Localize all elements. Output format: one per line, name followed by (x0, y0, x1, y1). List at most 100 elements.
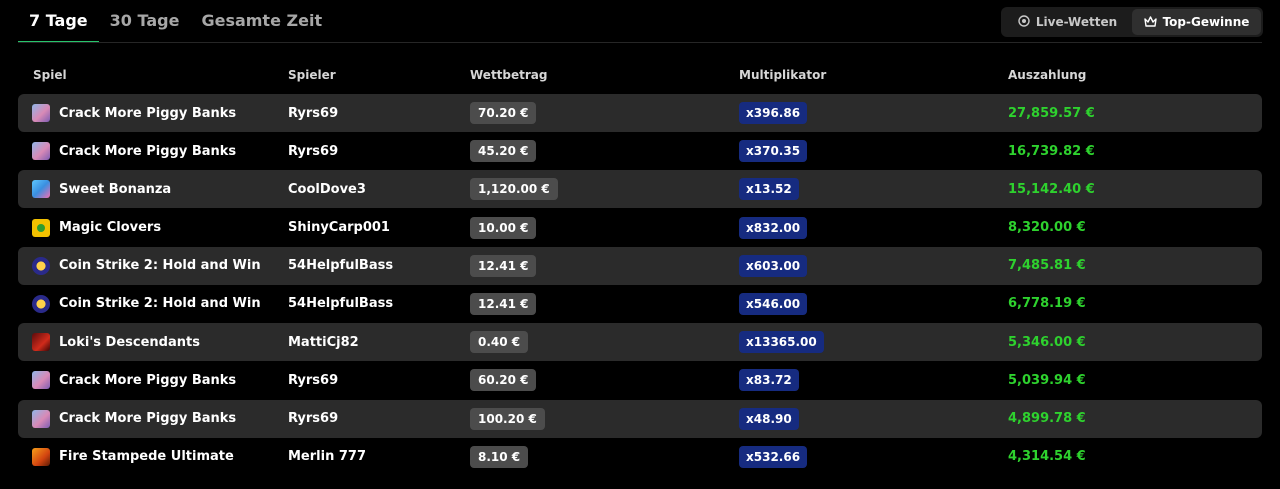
game-thumbnail-icon (32, 104, 50, 122)
crown-icon (1143, 15, 1157, 29)
game-cell[interactable]: Crack More Piggy Banks (32, 361, 236, 399)
table-row[interactable]: Crack More Piggy Banks Ryrs69 60.20 € x83.7… (18, 361, 1262, 399)
multiplier-badge: x396.86 (739, 102, 808, 124)
bets-view-toggle: Live-Wetten Top-Gewinne (1001, 7, 1263, 37)
header-game: Spiel (33, 68, 67, 82)
payout-amount: 7,485.81 € (1008, 258, 1086, 274)
game-cell[interactable]: Sweet Bonanza (32, 170, 171, 208)
player-name: Ryrs69 (288, 143, 339, 159)
payout-cell: 15,142.40 € (1008, 170, 1095, 208)
payout-amount: 27,859.57 € (1008, 105, 1095, 121)
game-name: Sweet Bonanza (59, 181, 172, 197)
bet-amount-badge: 70.20 € (470, 102, 537, 124)
payout-cell: 8,320.00 € (1008, 209, 1086, 247)
payout-amount: 5,346.00 € (1008, 334, 1086, 350)
multiplier-badge: x13365.00 (739, 331, 824, 354)
bet-cell: 10.00 € (470, 209, 537, 247)
game-name: Loki's Descendants (59, 334, 200, 350)
player-name: CoolDove3 (288, 181, 366, 197)
payout-cell: 5,039.94 € (1008, 361, 1086, 399)
table-row[interactable]: Crack More Piggy Banks Ryrs69 45.20 € x370.… (18, 132, 1262, 170)
table-row[interactable]: Coin Strike 2: Hold and Win 54HelpfulBass… (18, 285, 1262, 323)
table-header: Spiel Spieler Wettbetrag Multiplikator A… (18, 64, 1262, 88)
table-row[interactable]: Coin Strike 2: Hold and Win 54HelpfulBass… (18, 246, 1262, 285)
bet-cell: 45.20 € (470, 132, 537, 170)
game-name: Coin Strike 2: Hold and Win (59, 258, 261, 274)
tabs-divider (18, 42, 1262, 43)
game-name: Crack More Piggy Banks (59, 143, 237, 159)
bet-cell: 8.10 € (470, 438, 529, 476)
game-thumbnail-icon (32, 447, 50, 466)
game-cell[interactable]: Crack More Piggy Banks (32, 94, 236, 132)
live-bets-button[interactable]: Live-Wetten (1003, 9, 1132, 35)
multiplier-cell: x396.86 (739, 94, 808, 132)
game-cell[interactable]: Loki's Descendants (32, 323, 200, 361)
multiplier-cell: x48.90 (739, 400, 799, 438)
game-cell[interactable]: Magic Clovers (32, 209, 161, 247)
bet-amount-badge: 100.20 € (470, 407, 545, 430)
payout-cell: 5,346.00 € (1008, 323, 1086, 361)
tab-30-tage[interactable]: 30 Tage (99, 0, 191, 43)
bet-amount-badge: 0.40 € (470, 331, 529, 354)
game-thumbnail-icon (32, 218, 50, 237)
bet-cell: 1,120.00 € (470, 170, 558, 208)
multiplier-badge: x546.00 (739, 292, 808, 315)
multiplier-cell: x532.66 (739, 438, 808, 476)
bet-cell: 0.40 € (470, 323, 529, 361)
payout-amount: 4,899.78 € (1008, 411, 1086, 426)
game-cell[interactable]: Coin Strike 2: Hold and Win (32, 247, 261, 285)
game-name: Crack More Piggy Banks (59, 372, 237, 388)
multiplier-badge: x603.00 (739, 254, 808, 277)
tab-gesamte-zeit[interactable]: Gesamte Zeit (190, 0, 333, 43)
game-thumbnail-icon (32, 256, 50, 275)
header-multiplier: Multiplikator (739, 68, 827, 82)
player-cell: Merlin 777 (288, 438, 366, 476)
game-cell[interactable]: Coin Strike 2: Hold and Win (32, 285, 261, 323)
top-wins-button[interactable]: Top-Gewinne (1132, 9, 1261, 35)
tab-7-tage[interactable]: 7 Tage (18, 0, 99, 43)
top-bar: 7 Tage 30 Tage Gesamte Zeit Live-Wetten … (0, 0, 1280, 44)
payout-amount: 8,320.00 € (1008, 220, 1086, 236)
table-row[interactable]: Sweet Bonanza CoolDove3 1,120.00 € x13.52 15… (18, 170, 1262, 209)
bet-cell: 12.41 € (470, 285, 537, 323)
multiplier-cell: x13365.00 (739, 323, 824, 361)
bet-cell: 60.20 € (470, 361, 537, 399)
wins-table: Crack More Piggy Banks Ryrs69 70.20 € x396.… (18, 94, 1262, 476)
payout-cell: 4,314.54 € (1008, 438, 1086, 476)
game-cell[interactable]: Fire Stampede Ultimate (32, 438, 234, 476)
game-thumbnail-icon (32, 142, 50, 161)
table-row[interactable]: Crack More Piggy Banks Ryrs69 70.20 € x396.… (18, 94, 1262, 132)
multiplier-cell: x13.52 (739, 170, 799, 208)
player-cell: MattiCj82 (288, 323, 359, 361)
table-row[interactable]: Magic Clovers ShinyCarp001 10.00 € x832.00 8… (18, 209, 1262, 247)
bet-amount-badge: 12.41 € (470, 254, 537, 277)
player-cell: Ryrs69 (288, 400, 338, 438)
player-cell: CoolDove3 (288, 170, 366, 208)
payout-amount: 5,039.94 € (1008, 372, 1086, 388)
bet-cell: 100.20 € (470, 400, 545, 438)
table-row[interactable]: Loki's Descendants MattiCj82 0.40 € x13365.… (18, 323, 1262, 362)
live-bets-label: Live-Wetten (1035, 15, 1118, 29)
player-cell: Ryrs69 (288, 94, 338, 132)
multiplier-badge: x532.66 (739, 445, 808, 468)
payout-cell: 27,859.57 € (1008, 94, 1095, 132)
bet-amount-badge: 45.20 € (470, 140, 537, 163)
game-name: Coin Strike 2: Hold and Win (59, 296, 261, 312)
multiplier-badge: x83.72 (739, 369, 799, 392)
game-thumbnail-icon (32, 333, 50, 352)
game-name: Crack More Piggy Banks (59, 105, 237, 121)
multiplier-badge: x48.90 (739, 407, 799, 430)
payout-cell: 16,739.82 € (1008, 132, 1095, 170)
multiplier-badge: x832.00 (739, 216, 808, 239)
table-row[interactable]: Fire Stampede Ultimate Merlin 777 8.10 € x5… (18, 438, 1262, 476)
table-row[interactable]: Crack More Piggy Banks Ryrs69 100.20 € x48.… (18, 399, 1262, 438)
game-thumbnail-icon (32, 409, 50, 428)
game-cell[interactable]: Crack More Piggy Banks (32, 132, 236, 170)
payout-amount: 6,778.19 € (1008, 296, 1086, 312)
player-cell: Ryrs69 (288, 132, 338, 170)
payout-amount: 16,739.82 € (1008, 143, 1095, 159)
game-cell[interactable]: Crack More Piggy Banks (32, 400, 236, 438)
multiplier-cell: x832.00 (739, 209, 808, 247)
bet-amount-badge: 12.41 € (470, 292, 537, 315)
player-name: ShinyCarp001 (288, 220, 390, 236)
